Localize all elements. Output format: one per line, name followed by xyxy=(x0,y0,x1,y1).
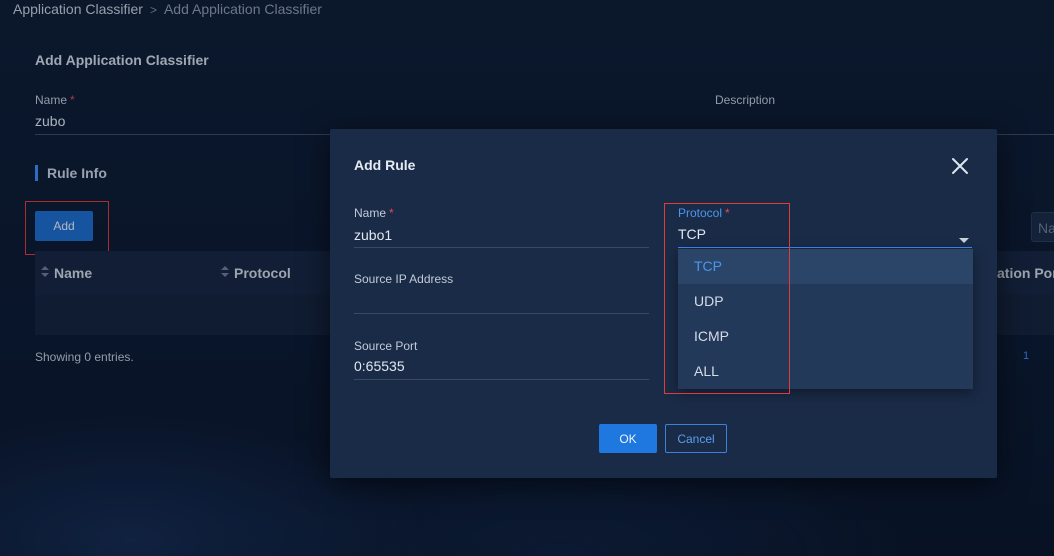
rule-name-underline xyxy=(354,247,649,248)
rule-name-label: Name * xyxy=(354,206,394,220)
source-ip-underline xyxy=(354,313,649,314)
rule-name-field[interactable]: zubo1 xyxy=(354,227,392,243)
close-icon[interactable] xyxy=(951,157,969,175)
source-port-field[interactable]: 0:65535 xyxy=(354,358,405,374)
source-port-underline xyxy=(354,379,649,380)
protocol-highlight xyxy=(664,203,790,394)
cancel-button[interactable]: Cancel xyxy=(665,424,727,453)
ok-button[interactable]: OK xyxy=(599,424,657,453)
dialog-title: Add Rule xyxy=(354,157,416,173)
source-port-label: Source Port xyxy=(354,339,418,353)
source-ip-label: Source IP Address xyxy=(354,272,454,286)
